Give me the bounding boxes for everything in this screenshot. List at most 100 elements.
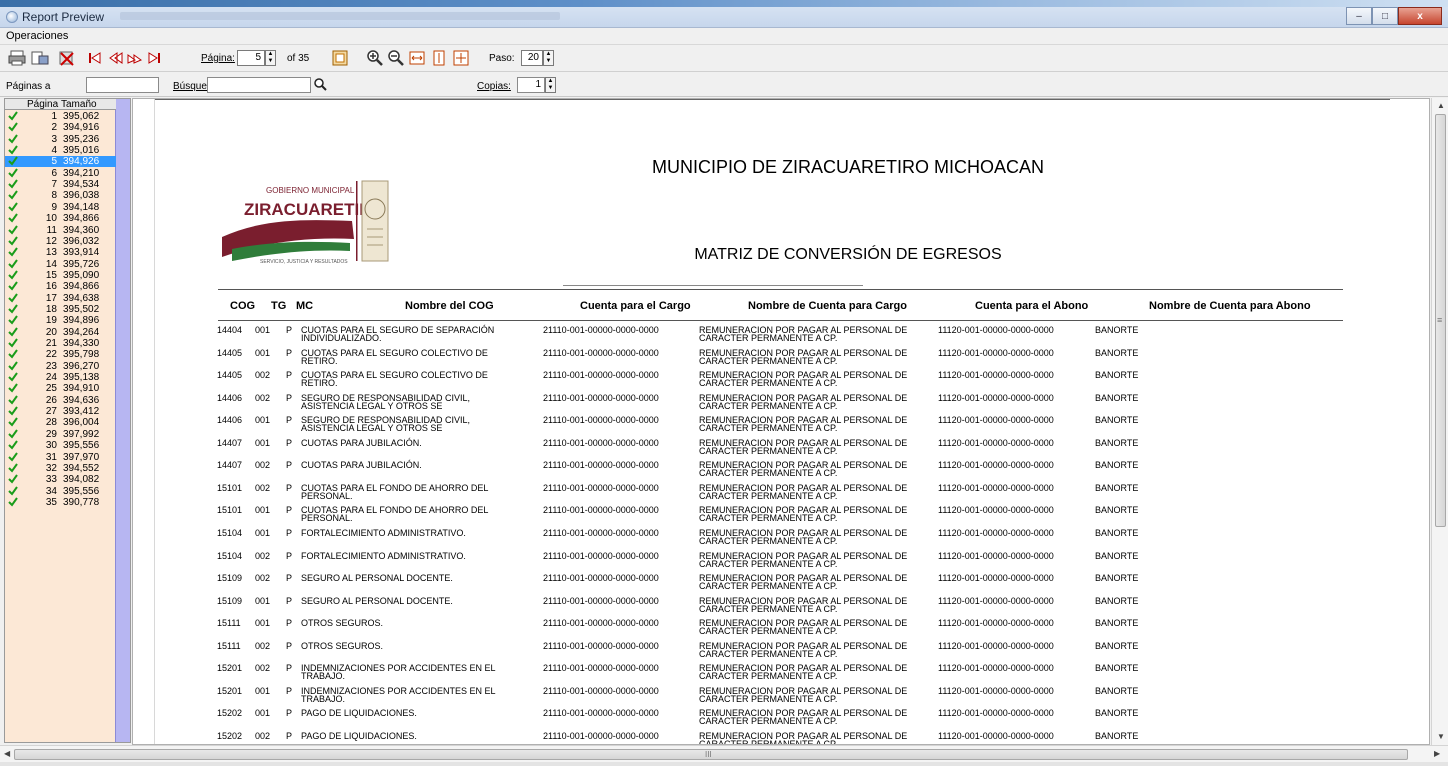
page-number: 7 (51, 179, 57, 191)
fit-width-icon[interactable] (406, 48, 428, 68)
table-row: 14405 001 P CUOTAS PARA EL SEGURO COLECTIVO… (133, 346, 1429, 368)
page-list-row[interactable]: 14 395,726 (5, 259, 116, 270)
previous-page-icon[interactable] (104, 48, 126, 68)
scroll-up-icon[interactable]: ▲ (1437, 101, 1445, 110)
print-icon[interactable] (6, 48, 28, 68)
menu-operaciones[interactable]: Operaciones (6, 30, 68, 42)
page-list-row[interactable]: 26 394,636 (5, 395, 116, 406)
cell-nombre-abono: BANORTE (1095, 708, 1139, 719)
page-list-row[interactable]: 5 394,926 (5, 156, 116, 168)
page-size: 394,866 (63, 213, 100, 225)
check-icon (8, 451, 18, 462)
cell-nombre-abono: BANORTE (1095, 595, 1139, 606)
page-list-row[interactable]: 20 394,264 (5, 327, 116, 338)
paso-spinner[interactable]: ▲ ▼ (543, 50, 554, 66)
page-list-row[interactable]: 27 393,412 (5, 406, 116, 417)
page-list-row[interactable]: 18 395,502 (5, 304, 116, 315)
page-list-row[interactable]: 21 394,330 (5, 338, 116, 349)
print-setup-icon[interactable] (29, 48, 51, 68)
search-icon[interactable] (314, 78, 327, 94)
page-list-row[interactable]: 16 394,866 (5, 281, 116, 292)
page-list-row[interactable]: 28 396,004 (5, 417, 116, 428)
pages-range-input[interactable] (86, 77, 159, 93)
page-list-row[interactable]: 8 396,038 (5, 190, 116, 201)
page-list-row[interactable]: 29 397,992 (5, 429, 116, 440)
cancel-icon[interactable] (56, 48, 78, 68)
zoom-in-icon[interactable] (364, 48, 386, 68)
page-list-row[interactable]: 23 396,270 (5, 361, 116, 372)
page-list-row[interactable]: 31 397,970 (5, 452, 116, 463)
page-column-header[interactable]: Página (27, 99, 58, 110)
page-list-row[interactable]: 10 394,866 (5, 213, 116, 224)
minimize-button[interactable]: – (1346, 7, 1372, 25)
page-size: 394,638 (63, 292, 100, 304)
page-list-row[interactable]: 9 394,148 (5, 202, 116, 213)
last-page-icon[interactable] (143, 48, 165, 68)
maximize-button[interactable]: □ (1372, 7, 1398, 25)
page-list-row[interactable]: 19 394,896 (5, 315, 116, 326)
page-setup-icon[interactable] (329, 48, 351, 68)
cell-cuenta-abono: 11120-001-00000-0000-0000 (938, 595, 1054, 606)
cell-mc: P (286, 415, 293, 426)
page-list-row[interactable]: 17 394,638 (5, 293, 116, 304)
page-list-row[interactable]: 22 395,798 (5, 349, 116, 360)
page-list-row[interactable]: 11 394,360 (5, 225, 116, 236)
cell-cuenta-abono: 11120-001-00000-0000-0000 (938, 640, 1054, 651)
cell-cog: 15111 (217, 618, 241, 629)
cell-cuenta-abono: 11120-001-00000-0000-0000 (938, 730, 1054, 741)
header-nombre-cargo: Nombre de Cuenta para Cargo (748, 300, 907, 312)
page-number-input[interactable]: 5 (237, 50, 265, 66)
paso-input[interactable]: 20 (521, 50, 543, 66)
page-list-row[interactable]: 13 393,914 (5, 247, 116, 258)
scroll-right-icon[interactable]: ▶ (1434, 749, 1440, 758)
page-list-row[interactable]: 3 395,236 (5, 134, 116, 145)
vertical-scroll-thumb[interactable]: ≡ (1435, 114, 1446, 527)
horizontal-scrollbar[interactable]: ◀ III ▶ (0, 745, 1448, 762)
cell-cuenta-cargo: 21110-001-00000-0000-0000 (543, 347, 659, 358)
cell-tg: 001 (255, 527, 271, 538)
page-list-row[interactable]: 6 394,210 (5, 168, 116, 179)
page-list-row[interactable]: 24 395,138 (5, 372, 116, 383)
page-size: 393,412 (63, 406, 100, 418)
page-list-row[interactable]: 25 394,910 (5, 383, 116, 394)
check-icon (8, 134, 18, 144)
page-list-row[interactable]: 35 390,778 (5, 497, 116, 508)
first-page-icon[interactable] (84, 48, 106, 68)
page-list-row[interactable]: 12 396,032 (5, 236, 116, 247)
scroll-down-icon[interactable]: ▼ (1437, 732, 1445, 741)
copies-spinner[interactable]: ▲ ▼ (545, 77, 556, 93)
close-button[interactable]: x (1398, 7, 1442, 25)
page-list-row[interactable]: 34 395,556 (5, 486, 116, 497)
vertical-scrollbar[interactable]: ▲ ≡ ▼ (1431, 98, 1448, 745)
cell-cuenta-cargo: 21110-001-00000-0000-0000 (543, 370, 659, 381)
page-list-row[interactable]: 1 395,062 (5, 111, 116, 122)
size-column-header[interactable]: Tamaño (61, 99, 97, 110)
fit-page-icon[interactable] (450, 48, 472, 68)
header-tg: TG (271, 300, 287, 312)
search-input[interactable] (207, 77, 311, 93)
app-icon (6, 11, 18, 23)
page-list: Página Tamaño 1 395,062 2 394,916 3 395,236 4 3… (4, 98, 131, 743)
cell-nombre-cog-line2: INDIVIDUALIZADO. (301, 333, 382, 343)
page-list-row[interactable]: 15 395,090 (5, 270, 116, 281)
page-number: 8 (51, 190, 57, 202)
horizontal-scroll-thumb[interactable]: III (14, 749, 1408, 760)
cell-tg: 001 (255, 595, 271, 606)
cell-cuenta-abono: 11120-001-00000-0000-0000 (938, 347, 1054, 358)
page-size: 394,082 (63, 474, 100, 486)
zoom-out-icon[interactable] (385, 48, 407, 68)
scroll-left-icon[interactable]: ◀ (4, 749, 10, 758)
page-list-row[interactable]: 2 394,916 (5, 122, 116, 133)
cell-nombre-cargo-line2: CARACTER PERMANENTE A CP. (699, 716, 838, 727)
page-size: 394,636 (63, 394, 100, 406)
cell-mc: P (286, 460, 293, 471)
fit-height-icon[interactable] (428, 48, 450, 68)
page-number-spinner[interactable]: ▲ ▼ (265, 50, 276, 66)
page-list-row[interactable]: 32 394,552 (5, 463, 116, 474)
page-list-row[interactable]: 4 395,016 (5, 145, 116, 156)
page-list-row[interactable]: 30 395,556 (5, 440, 116, 451)
copies-input[interactable]: 1 (517, 77, 545, 93)
page-list-row[interactable]: 33 394,082 (5, 474, 116, 485)
toolbar: Página: 5 ▲ ▼ of 35 Paso: 20 ▲ ▼ (0, 45, 1448, 72)
page-list-row[interactable]: 7 394,534 (5, 179, 116, 190)
